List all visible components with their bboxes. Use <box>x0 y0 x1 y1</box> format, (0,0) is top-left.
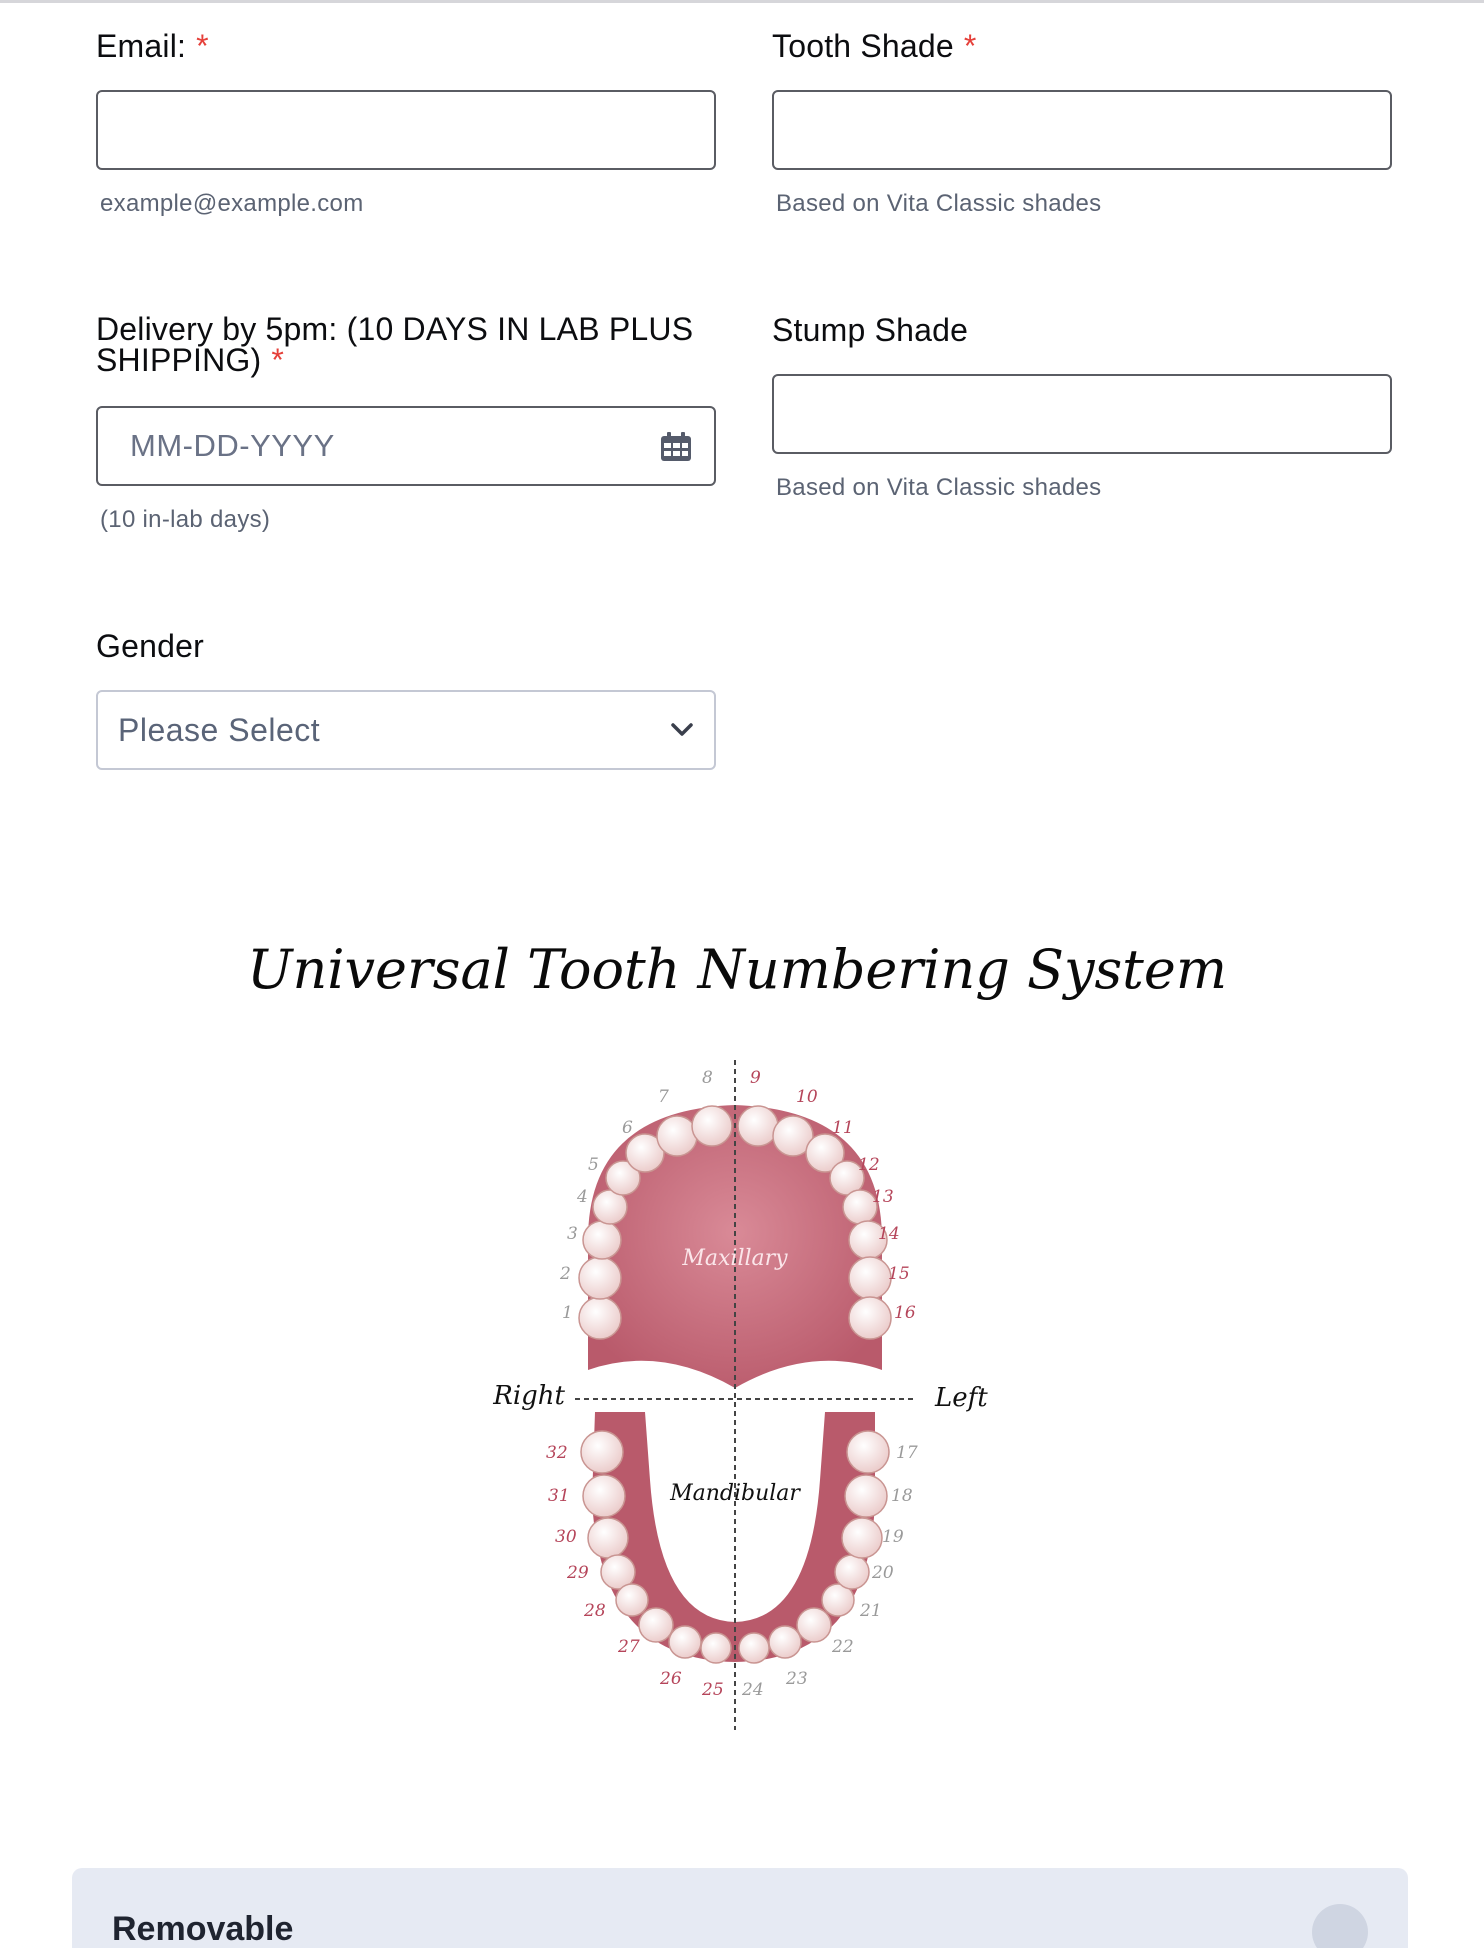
tooth-number: 5 <box>588 1155 599 1175</box>
tooth-number: 26 <box>659 1669 682 1689</box>
tooth-number: 20 <box>871 1563 894 1583</box>
mandibular-gum <box>592 1412 875 1662</box>
calendar-icon[interactable] <box>660 432 692 462</box>
tooth-number: 17 <box>896 1443 918 1463</box>
tooth-shade-field-group: Tooth Shade * Based on Vita Classic shade… <box>772 30 1392 230</box>
tooth-number: 23 <box>785 1669 808 1689</box>
tooth-number: 22 <box>831 1637 854 1657</box>
stump-shade-label: Stump Shade <box>772 312 969 348</box>
mandibular-label: Mandibular <box>669 1481 801 1506</box>
tooth-number: 10 <box>796 1087 818 1107</box>
delivery-sublabel: (10 in-lab days) <box>100 506 271 533</box>
tooth-number: 11 <box>832 1118 854 1138</box>
maxillary-label: Maxillary <box>681 1246 788 1271</box>
tooth-number: 6 <box>622 1118 633 1138</box>
removable-section-label: Removable <box>112 1910 294 1948</box>
gender-selected-value: Please Select <box>118 712 321 748</box>
right-label: Right <box>492 1381 565 1411</box>
delivery-label: Delivery by 5pm: (10 DAYS IN LAB PLUS SH… <box>96 311 694 378</box>
stump-shade-field-group: Stump Shade Based on Vita Classic shades <box>772 314 1392 514</box>
tooth-number: 14 <box>878 1224 900 1244</box>
email-sublabel: example@example.com <box>100 190 364 217</box>
tooth-number: 1 <box>562 1303 573 1323</box>
email-input[interactable] <box>96 90 716 170</box>
tooth-number: 18 <box>891 1486 913 1506</box>
delivery-date-placeholder: MM-DD-YYYY <box>130 428 335 463</box>
required-marker: * <box>271 342 285 378</box>
tooth-number: 15 <box>888 1264 910 1284</box>
tooth-number: 30 <box>555 1527 577 1547</box>
diagram-title: Universal Tooth Numbering System <box>246 938 1228 1001</box>
tooth-number: 25 <box>701 1680 724 1700</box>
tooth-number: 3 <box>567 1224 578 1244</box>
removable-section-header[interactable]: Removable <box>72 1868 1408 1948</box>
tooth-shade-input[interactable] <box>772 90 1392 170</box>
left-label: Left <box>934 1383 988 1413</box>
required-marker: * <box>963 28 977 64</box>
tooth-number: 21 <box>859 1601 882 1621</box>
tooth-number: 8 <box>702 1068 713 1088</box>
tooth-number: 7 <box>658 1087 669 1107</box>
stump-shade-input[interactable] <box>772 374 1392 454</box>
tooth-number: 28 <box>583 1601 606 1621</box>
top-divider <box>0 0 1484 3</box>
delivery-field-group: Delivery by 5pm: (10 DAYS IN LAB PLUS SH… <box>96 311 716 554</box>
email-field-group: Email: * example@example.com <box>96 30 716 230</box>
collapse-toggle-icon[interactable] <box>1312 1904 1368 1948</box>
tooth-diagram: Maxillary Mandibular Right Left 1 2 3 4 … <box>492 1060 988 1730</box>
stump-shade-sublabel: Based on Vita Classic shades <box>776 474 1102 501</box>
tooth-number: 32 <box>546 1443 568 1463</box>
chevron-down-icon <box>671 723 693 736</box>
tooth-number: 16 <box>894 1303 916 1323</box>
tooth-number: 27 <box>617 1637 640 1657</box>
delivery-date-input[interactable]: MM-DD-YYYY <box>96 406 716 486</box>
gender-select[interactable]: Please Select <box>96 690 716 770</box>
tooth-number: 12 <box>858 1155 880 1175</box>
tooth-number: 2 <box>559 1264 571 1284</box>
required-marker: * <box>196 28 209 64</box>
tooth-number: 19 <box>882 1527 904 1547</box>
email-label: Email: * <box>96 28 209 64</box>
gender-field-group: Gender Please Select <box>96 630 716 780</box>
tooth-number: 9 <box>750 1068 761 1088</box>
tooth-number: 31 <box>548 1486 570 1506</box>
tooth-number: 13 <box>872 1187 894 1207</box>
gender-label: Gender <box>96 628 204 664</box>
tooth-number: 29 <box>566 1563 589 1583</box>
tooth-number: 24 <box>741 1680 764 1700</box>
tooth-shade-label: Tooth Shade * <box>772 28 977 64</box>
tooth-number: 4 <box>576 1187 588 1207</box>
tooth-shade-sublabel: Based on Vita Classic shades <box>776 190 1102 217</box>
